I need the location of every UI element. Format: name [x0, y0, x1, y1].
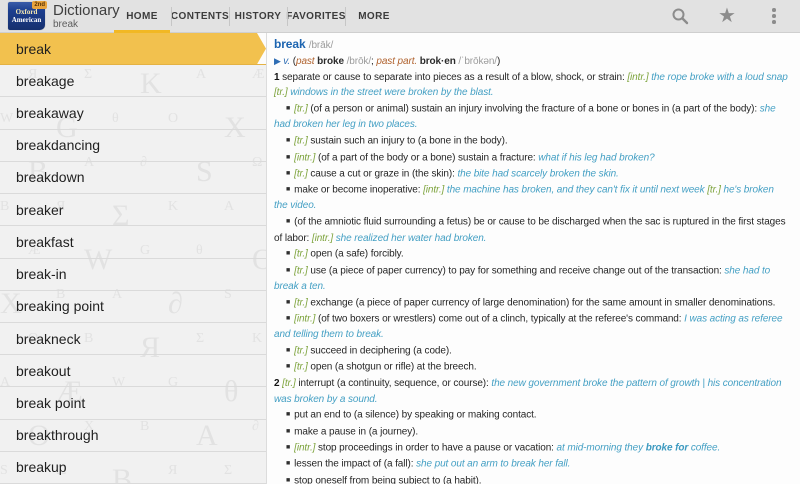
- tab-more[interactable]: MORE: [345, 0, 403, 33]
- entry-bullet: ■ [tr.] sustain such an injury to (a bone…: [286, 135, 508, 147]
- entry-bullet: ■ [tr.] succeed in deciphering (a code).: [286, 345, 452, 357]
- entry-pos: ▶ v. (past broke /brōk/; past part. brok…: [274, 55, 501, 67]
- bullet-icon: ■: [286, 427, 291, 435]
- tab-contents[interactable]: CONTENTS: [171, 0, 229, 33]
- sidebar-item-label: breakaway: [16, 105, 84, 122]
- sidebar-item-label: break: [16, 40, 52, 57]
- entry-bullet: ■ [intr.] (of a part of the body or a bon…: [286, 152, 655, 164]
- bullet-icon: ■: [286, 250, 291, 258]
- bullet-icon: ■: [286, 460, 291, 468]
- entry-headline: break /brāk/: [274, 37, 334, 51]
- selected-arrow-notch: [257, 48, 266, 65]
- entry-bullet: ■ stop oneself from being subject to (a h…: [286, 475, 482, 484]
- sidebar-item-label: breakneck: [16, 330, 81, 347]
- entry-sense: 2 [tr.] interrupt (a continuity, sequenc…: [274, 377, 782, 405]
- sidebar-item-breakout[interactable]: breakout: [0, 355, 266, 388]
- logo-text-line1: Oxford: [15, 8, 38, 16]
- bullet-icon: ■: [286, 218, 291, 226]
- bullet-icon: ■: [286, 186, 291, 194]
- bullet-icon: ■: [286, 476, 291, 484]
- entry-bullet: ■ [tr.] open (a safe) forcibly.: [286, 248, 404, 260]
- word-list[interactable]: A∂SΩBЯΣKAÆWGθOXBA∂SΩBЯΣKAÆWGθOXBA∂SΩBЯΣK…: [0, 33, 266, 484]
- sidebar-item-label: breakup: [16, 459, 67, 476]
- sidebar-item-breakage[interactable]: breakage: [0, 65, 266, 98]
- tab-bar: HOME CONTENTS HISTORY FAVORITES MORE: [113, 0, 403, 33]
- bullet-icon: ■: [286, 169, 291, 177]
- bullet-icon: ■: [286, 315, 291, 323]
- sidebar-item-break-point[interactable]: break point: [0, 387, 266, 420]
- bullet-icon: ■: [286, 266, 291, 274]
- sidebar-item-breakup[interactable]: breakup: [0, 452, 266, 484]
- entry-bullet: ■ lessen the impact of (a fall): she put …: [286, 458, 571, 470]
- entry-bullet: ■ [tr.] cause a cut or graze in (the skin…: [286, 168, 619, 180]
- sidebar-item-label: breakout: [16, 362, 71, 379]
- sidebar-item-label: break-in: [16, 266, 67, 283]
- bullet-icon: ■: [286, 363, 291, 371]
- bullet-icon: ■: [286, 153, 291, 161]
- sidebar-item-label: break point: [16, 395, 86, 412]
- search-icon[interactable]: [670, 6, 690, 26]
- entry-bullet: ■ [tr.] (of a person or animal) sustain a…: [274, 103, 776, 131]
- bullet-icon: ■: [286, 443, 291, 451]
- entry-bullet: ■ [intr.] stop proceedings in order to ha…: [286, 442, 721, 454]
- app-root: 2nd Oxford American Dictionary break HOM…: [0, 0, 800, 484]
- sidebar-item-breakthrough[interactable]: breakthrough: [0, 420, 266, 452]
- app-header: 2nd Oxford American Dictionary break HOM…: [0, 0, 800, 33]
- sidebar-item-label: breaker: [16, 201, 64, 218]
- entry-pane[interactable]: break /brāk/ ▶ v. (past broke /brōk/; pas…: [266, 33, 800, 484]
- current-word-subtitle: break: [53, 18, 79, 30]
- app-title: Dictionary: [53, 1, 120, 19]
- selected-arrow-notch: [257, 33, 266, 49]
- header-actions: ★: [670, 6, 800, 26]
- sidebar-item-label: breakthrough: [16, 427, 99, 444]
- entry-bullet: ■ put an end to (a silence) by speaking o…: [286, 409, 537, 421]
- sidebar-item-breakdancing[interactable]: breakdancing: [0, 130, 266, 162]
- entry-bullet: ■ [intr.] (of two boxers or wrestlers) co…: [274, 313, 783, 341]
- bullet-icon: ■: [286, 411, 291, 419]
- entry-bullet: ■ make or become inoperative: [intr.] the…: [274, 184, 774, 212]
- bullet-icon: ■: [286, 105, 291, 113]
- bullet-icon: ■: [286, 347, 291, 355]
- entry-sense: 1 separate or cause to separate into pie…: [274, 71, 788, 99]
- bullet-icon: ■: [286, 137, 291, 145]
- entry-bullet: ■ make a pause in (a journey).: [286, 426, 419, 438]
- sidebar-item-breaker[interactable]: breaker: [0, 194, 266, 227]
- tab-favorites[interactable]: FAVORITES: [286, 0, 345, 33]
- sidebar-item-break[interactable]: break: [0, 33, 266, 66]
- entry-bullet: ■ [tr.] use (a piece of paper currency) t…: [274, 265, 771, 292]
- favorite-star-icon[interactable]: ★: [717, 6, 737, 26]
- sidebar-item-label: breakfast: [16, 233, 74, 250]
- sidebar-item-breaking-point[interactable]: breaking point: [0, 291, 266, 323]
- sidebar-item-breakaway[interactable]: breakaway: [0, 97, 266, 130]
- sidebar-item-breakneck[interactable]: breakneck: [0, 323, 266, 356]
- sidebar-item-label: breakdown: [16, 169, 85, 186]
- entry-bullet: ■ (of the amniotic fluid surrounding a fe…: [274, 216, 786, 244]
- tab-history[interactable]: HISTORY: [229, 0, 287, 33]
- bullet-icon: ■: [286, 298, 291, 306]
- sidebar-item-label: breakdancing: [16, 137, 101, 154]
- logo-text-line2: American: [11, 16, 42, 24]
- sidebar-item-break-in[interactable]: break-in: [0, 259, 266, 291]
- overflow-menu-icon[interactable]: [764, 6, 784, 26]
- logo-edition-badge: 2nd: [32, 1, 47, 9]
- sidebar-item-breakdown[interactable]: breakdown: [0, 162, 266, 195]
- sidebar-item-label: breakage: [16, 72, 75, 89]
- title-block: Dictionary break: [53, 1, 120, 30]
- app-logo-icon: 2nd Oxford American: [8, 1, 47, 30]
- entry-bullet: ■ [tr.] open (a shotgun or rifle) at the …: [286, 361, 477, 373]
- sidebar-item-label: breaking point: [16, 298, 104, 315]
- entry-bullet: ■ [tr.] exchange (a piece of paper curren…: [286, 297, 776, 309]
- sidebar-item-breakfast[interactable]: breakfast: [0, 226, 266, 259]
- tab-home[interactable]: HOME: [113, 0, 171, 33]
